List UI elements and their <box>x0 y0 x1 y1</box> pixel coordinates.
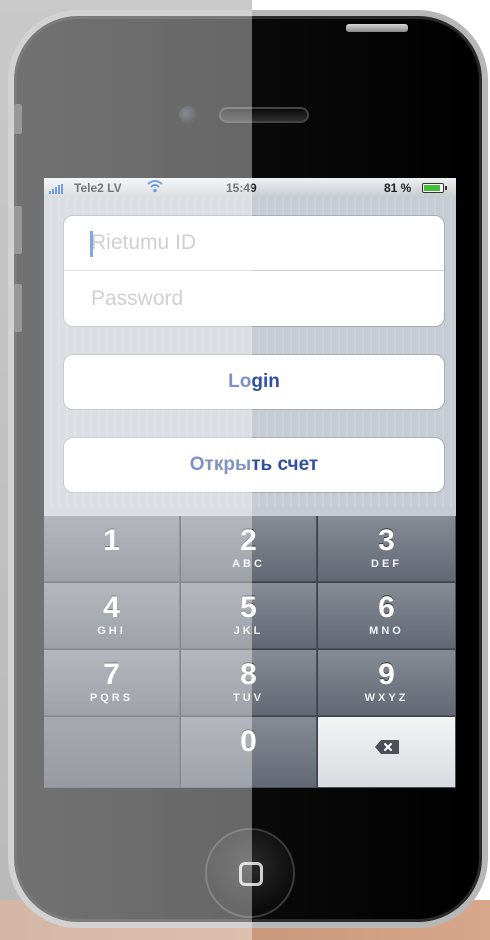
key-1[interactable]: 1 <box>44 516 180 582</box>
text-cursor <box>90 231 93 257</box>
key-3[interactable]: 3 DEF <box>318 516 456 582</box>
key-letters: MNO <box>369 625 404 637</box>
password-input[interactable] <box>64 271 444 326</box>
key-letters: ABC <box>232 558 265 570</box>
phone-screen: Tele2 LV 15:49 81 % Login Открыть счет 1… <box>44 178 456 788</box>
key-2[interactable]: 2 ABC <box>181 516 317 582</box>
key-letters: WXYZ <box>364 692 409 704</box>
wifi-icon <box>147 179 163 196</box>
key-letters: GHI <box>97 625 126 637</box>
key-7[interactable]: 7 PQRS <box>44 650 180 716</box>
login-content: Login Открыть счет <box>44 198 456 506</box>
key-6[interactable]: 6 MNO <box>318 583 456 649</box>
key-digit: 4 <box>103 591 120 624</box>
key-digit: 7 <box>103 658 120 691</box>
signal-icon <box>49 184 63 194</box>
home-square-icon <box>239 862 263 886</box>
key-letters: DEF <box>371 558 402 570</box>
key-4[interactable]: 4 GHI <box>44 583 180 649</box>
mute-switch <box>14 104 22 134</box>
key-digit: 5 <box>240 591 257 624</box>
key-5[interactable]: 5 JKL <box>181 583 317 649</box>
home-button[interactable] <box>205 828 295 918</box>
volume-down-button <box>14 284 22 332</box>
id-row <box>64 216 444 271</box>
key-digit: 2 <box>240 524 257 557</box>
carrier-name: Tele2 LV <box>74 181 122 195</box>
credentials-group <box>63 215 445 327</box>
key-digit: 3 <box>378 524 395 557</box>
backspace-icon <box>374 739 400 755</box>
password-row <box>64 271 444 326</box>
key-blank <box>44 717 180 788</box>
delete-key[interactable] <box>318 717 456 788</box>
key-8[interactable]: 8 TUV <box>181 650 317 716</box>
open-account-button[interactable]: Открыть счет <box>63 437 445 493</box>
login-button[interactable]: Login <box>63 354 445 410</box>
battery-percent: 81 % <box>384 181 412 195</box>
rietumu-id-input[interactable] <box>64 216 444 270</box>
key-0[interactable]: 0 <box>181 717 317 788</box>
power-button <box>346 24 408 32</box>
earpiece-speaker <box>219 107 309 123</box>
key-digit: 9 <box>378 658 395 691</box>
key-letters: JKL <box>233 625 264 637</box>
key-letters: PQRS <box>89 692 134 704</box>
clock: 15:49 <box>226 181 257 195</box>
key-digit: 8 <box>240 658 257 691</box>
battery-icon <box>422 183 447 193</box>
key-digit: 6 <box>378 591 395 624</box>
status-bar: Tele2 LV 15:49 81 % <box>44 178 456 198</box>
key-digit: 1 <box>103 524 120 557</box>
key-digit: 0 <box>240 725 257 758</box>
numeric-keypad: 1 2 ABC 3 DEF 4 GHI 5 JKL 6 MNO 7 PQRS 8 <box>44 516 456 788</box>
key-letters: TUV <box>233 692 264 704</box>
volume-up-button <box>14 206 22 254</box>
front-camera <box>179 106 197 124</box>
key-9[interactable]: 9 WXYZ <box>318 650 456 716</box>
